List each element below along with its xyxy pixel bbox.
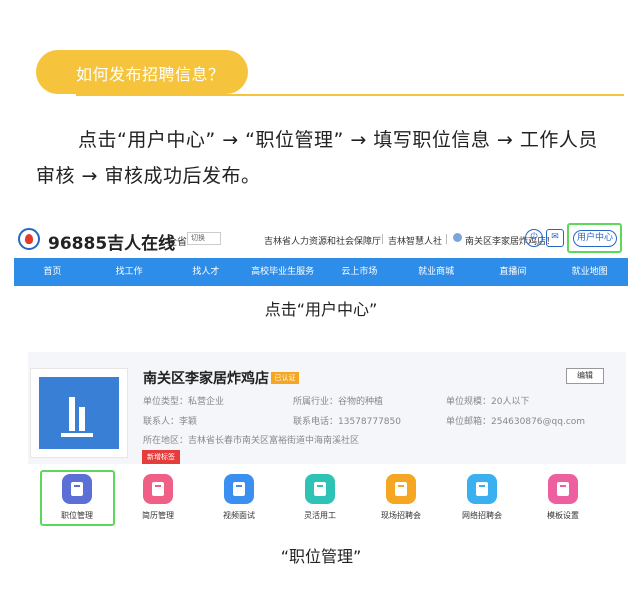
section-heading: 如何发布招聘信息？: [36, 50, 624, 96]
company-address: 所在地区：吉林省长春市南关区富裕街道中海南溪社区: [143, 436, 360, 446]
company-card: 南关区李家居炸鸡店 已认证 编辑 单位类型：私营企业 所属行业：谷物的种植 单位…: [28, 352, 626, 534]
nav-item-map[interactable]: 就业地图: [551, 258, 628, 286]
func-label: 简历管理: [142, 511, 174, 520]
main-nav: 首页 找工作 找人才 高校毕业生服务 云上市场 就业商城 直播间 就业地图: [14, 258, 628, 286]
func-label: 职位管理: [61, 511, 93, 520]
verified-badge: 已认证: [271, 372, 299, 384]
company-logo-icon: [39, 377, 119, 449]
caption-job-management: “职位管理”: [280, 547, 362, 566]
user-center-highlight: 用户中心: [567, 223, 622, 253]
hr-department-link[interactable]: 吉林省人力资源和社会保障厅: [264, 234, 381, 247]
company-email: 单位邮箱：254630876@qq.com: [446, 417, 586, 427]
site-header: 96885吉人在线 全省 切换 吉林省人力资源和社会保障厅 吉林智慧人社 南关区…: [14, 222, 628, 256]
instruction-text: 点击“用户中心” → “职位管理” → 填写职位信息 → 工作人员审核 → 审核…: [36, 129, 598, 187]
browser-icon: [467, 474, 497, 504]
people-icon: [305, 474, 335, 504]
user-icon: [453, 233, 462, 242]
template-icon: [548, 474, 578, 504]
nav-item-graduates[interactable]: 高校毕业生服务: [244, 258, 321, 286]
province-label: 全省: [167, 237, 187, 248]
video-icon: [224, 474, 254, 504]
nav-item-find-job[interactable]: 找工作: [91, 258, 168, 286]
func-video-interview[interactable]: 视频面试: [204, 474, 274, 521]
power-icon[interactable]: ⏻: [525, 229, 543, 247]
company-industry: 所属行业：谷物的种植: [293, 397, 384, 407]
mail-icon[interactable]: ✉: [546, 229, 564, 247]
company-size: 单位规模：20人以下: [446, 397, 530, 407]
add-tag-button[interactable]: 新增标签: [142, 450, 180, 464]
site-logo-icon: [18, 228, 40, 250]
smart-hr-link[interactable]: 吉林智慧人社: [388, 234, 442, 247]
func-label: 视频面试: [223, 511, 255, 520]
building-icon: [386, 474, 416, 504]
company-logo: [30, 368, 128, 458]
nav-item-cloud-market[interactable]: 云上市场: [321, 258, 398, 286]
func-label: 现场招聘会: [381, 511, 421, 520]
func-template-settings[interactable]: 模板设置: [528, 474, 598, 521]
edit-button[interactable]: 编辑: [566, 368, 604, 384]
heading-underline: [76, 94, 624, 96]
nav-item-home[interactable]: 首页: [14, 258, 91, 286]
heading-text: 如何发布招聘信息？: [76, 65, 225, 84]
company-name: 南关区李家居炸鸡店: [143, 371, 269, 387]
header-divider: [382, 234, 383, 244]
func-resume-management[interactable]: 简历管理: [123, 474, 193, 521]
func-onsite-fair[interactable]: 现场招聘会: [366, 474, 436, 521]
company-phone: 联系电话：13578777850: [293, 417, 401, 427]
company-type: 单位类型：私营企业: [143, 397, 225, 407]
func-flexible-work[interactable]: 灵活用工: [285, 474, 355, 521]
resume-icon: [143, 474, 173, 504]
site-logo-text[interactable]: 96885吉人在线: [48, 229, 175, 254]
func-job-management[interactable]: 职位管理: [42, 474, 112, 521]
nav-item-live[interactable]: 直播间: [475, 258, 552, 286]
func-label: 网络招聘会: [462, 511, 502, 520]
func-label: 灵活用工: [304, 511, 336, 520]
func-label: 模板设置: [547, 511, 579, 520]
caption-user-center: 点击“用户中心”: [264, 300, 378, 319]
company-contact: 联系人：李颖: [143, 417, 198, 427]
job-management-icon: [62, 474, 92, 504]
nav-item-mall[interactable]: 就业商城: [398, 258, 475, 286]
province-select[interactable]: 切换: [187, 232, 221, 245]
func-online-fair[interactable]: 网络招聘会: [447, 474, 517, 521]
nav-item-find-talent[interactable]: 找人才: [168, 258, 245, 286]
header-divider: [446, 234, 447, 244]
user-center-button[interactable]: 用户中心: [573, 230, 617, 247]
